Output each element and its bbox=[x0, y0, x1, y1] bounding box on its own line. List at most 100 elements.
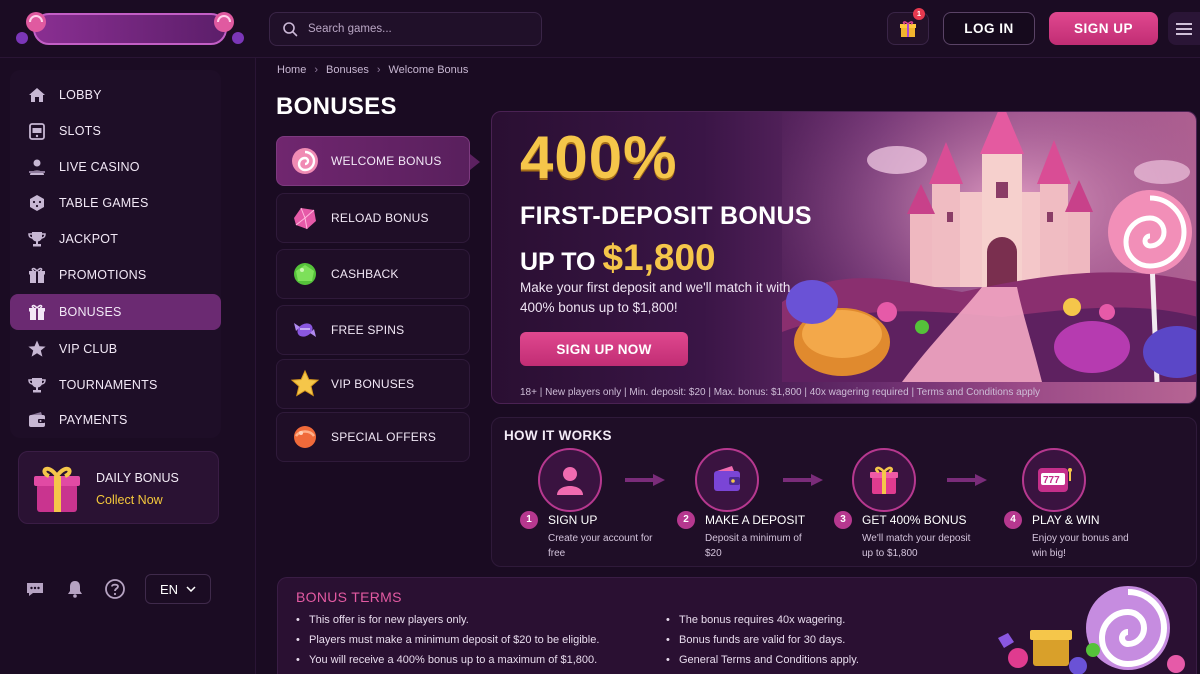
swirl-candy-icon bbox=[289, 145, 321, 177]
terms-list-left: This offer is for new players only. Play… bbox=[296, 610, 599, 670]
terms-item: You will receive a 400% bonus up to a ma… bbox=[296, 650, 599, 670]
sidebar-item-table-games[interactable]: TABLE GAMES bbox=[10, 185, 221, 221]
step-description: Create your account for free bbox=[548, 533, 653, 559]
welcome-bonus-banner: 400% FIRST-DEPOSIT BONUS UP TO $1,800 Ma… bbox=[491, 111, 1197, 404]
bonus-amount-line: UP TO $1,800 bbox=[520, 237, 812, 279]
notification-badge: 1 bbox=[913, 8, 925, 20]
sidebar-item-label: TOURNAMENTS bbox=[59, 378, 158, 392]
sidebar-item-jackpot[interactable]: JACKPOT bbox=[10, 221, 221, 257]
star-icon bbox=[26, 338, 48, 360]
sidebar-item-promotions[interactable]: PROMOTIONS bbox=[10, 257, 221, 293]
chevron-down-icon bbox=[186, 586, 196, 592]
gift-icon bbox=[26, 264, 48, 286]
step-number: 1 bbox=[520, 511, 538, 529]
top-bar: 1 LOG IN SIGN UP bbox=[0, 0, 1200, 58]
daily-bonus-title: DAILY BONUS bbox=[96, 471, 179, 485]
help-icon[interactable] bbox=[104, 578, 126, 600]
step-number: 2 bbox=[677, 511, 695, 529]
gift-icon bbox=[900, 20, 916, 37]
gift-icon bbox=[26, 301, 48, 323]
collect-now-link[interactable]: Collect Now bbox=[96, 493, 163, 507]
step-get-bonus: 3 GET 400% BONUS We'll match your deposi… bbox=[806, 418, 970, 568]
bonus-terms-title: BONUS TERMS bbox=[296, 589, 402, 605]
wrapped-candy-icon bbox=[289, 314, 321, 346]
sidebar-item-tournaments[interactable]: TOURNAMENTS bbox=[10, 367, 221, 403]
tab-free-spins[interactable]: FREE SPINS bbox=[276, 305, 470, 355]
active-tab-pointer bbox=[470, 154, 480, 170]
sidebar-item-vip-club[interactable]: VIP CLUB bbox=[10, 331, 221, 367]
sidebar-item-live-casino[interactable]: LIVE CASINO bbox=[10, 149, 221, 185]
sidebar-item-label: LOBBY bbox=[59, 88, 102, 102]
step-description: Enjoy your bonus and win big! bbox=[1032, 533, 1129, 559]
terms-item: Bonus funds are valid for 30 days. bbox=[666, 630, 859, 650]
terms-item: Players must make a minimum deposit of $… bbox=[296, 630, 599, 650]
tab-vip-bonuses[interactable]: VIP BONUSES bbox=[276, 359, 470, 409]
terms-item: This offer is for new players only. bbox=[296, 610, 599, 630]
chat-icon[interactable] bbox=[24, 578, 46, 600]
bonus-amount: $1,800 bbox=[602, 237, 716, 278]
dice-icon bbox=[26, 192, 48, 214]
tab-cashback[interactable]: CASHBACK bbox=[276, 249, 470, 299]
breadcrumb-separator: › bbox=[314, 64, 319, 76]
page-title: BONUSES bbox=[276, 93, 397, 120]
trophy-icon bbox=[26, 374, 48, 396]
step-title: SIGN UP bbox=[548, 513, 598, 527]
tab-label: WELCOME BONUS bbox=[331, 154, 442, 168]
daily-bonus-card[interactable]: DAILY BONUS Collect Now bbox=[18, 451, 219, 524]
search-icon bbox=[283, 22, 298, 37]
home-icon bbox=[26, 84, 48, 106]
bonus-subtitle: FIRST-DEPOSIT BONUS bbox=[520, 202, 812, 230]
bonus-amount-prefix: UP TO bbox=[520, 248, 596, 276]
tab-label: RELOAD BONUS bbox=[331, 211, 429, 225]
language-select[interactable]: EN bbox=[145, 574, 211, 604]
sidebar-item-label: BONUSES bbox=[59, 305, 122, 319]
sidebar-item-label: PROMOTIONS bbox=[59, 268, 147, 282]
tab-special-offers[interactable]: SPECIAL OFFERS bbox=[276, 412, 470, 462]
sidebar-item-payments[interactable]: PAYMENTS bbox=[10, 402, 221, 438]
pink-candy-icon bbox=[289, 202, 321, 234]
terms-item: The bonus requires 40x wagering. bbox=[666, 610, 859, 630]
orange-candy-icon bbox=[289, 421, 321, 453]
sidebar-item-bonuses[interactable]: BONUSES bbox=[10, 294, 221, 330]
login-button[interactable]: LOG IN bbox=[943, 12, 1035, 45]
candy-treasure-illustration bbox=[998, 586, 1185, 674]
tab-reload-bonus[interactable]: RELOAD BONUS bbox=[276, 193, 470, 243]
banner-fine-print: 18+ | New players only | Min. deposit: $… bbox=[520, 387, 1041, 398]
menu-button[interactable] bbox=[1168, 12, 1200, 45]
tab-welcome-bonus[interactable]: WELCOME BONUS bbox=[276, 136, 470, 186]
slot-machine-icon bbox=[26, 120, 48, 142]
candy-logo[interactable] bbox=[14, 8, 246, 50]
banner-description: Make your first deposit and we'll match … bbox=[520, 280, 791, 315]
candy-castle-illustration bbox=[782, 112, 1196, 382]
gift-icon bbox=[852, 448, 916, 512]
svg-text:777: 777 bbox=[1043, 475, 1060, 486]
bell-icon[interactable] bbox=[64, 578, 86, 600]
step-make-deposit: 2 MAKE A DEPOSIT Deposit a minimum of $2… bbox=[649, 418, 805, 568]
trophy-cup-icon bbox=[26, 228, 48, 250]
signup-button[interactable]: SIGN UP bbox=[1049, 12, 1158, 45]
search-input[interactable] bbox=[308, 23, 528, 35]
step-play-win: 777 4 PLAY & WIN Enjoy your bonus and wi… bbox=[976, 418, 1129, 568]
tab-label: SPECIAL OFFERS bbox=[331, 430, 437, 444]
breadcrumb: Home › Bonuses › Welcome Bonus bbox=[277, 64, 468, 76]
step-description: We'll match your deposit up to $1,800 bbox=[862, 533, 971, 559]
sidebar-item-label: PAYMENTS bbox=[59, 413, 128, 427]
star-candy-icon bbox=[289, 368, 321, 400]
sign-up-now-button[interactable]: SIGN UP NOW bbox=[520, 332, 688, 366]
bonus-terms-panel: BONUS TERMS This offer is for new player… bbox=[277, 577, 1197, 674]
how-it-works-panel: HOW IT WORKS 1 SIGN UP Create your accou… bbox=[491, 417, 1197, 567]
sidebar-nav: LOBBY SLOTS LIVE CASINO TABLE GAMES JACK… bbox=[10, 70, 221, 438]
gift-button[interactable]: 1 bbox=[887, 8, 929, 45]
breadcrumb-home[interactable]: Home bbox=[277, 64, 306, 76]
sidebar-item-label: JACKPOT bbox=[59, 232, 119, 246]
step-description: Deposit a minimum of $20 bbox=[705, 533, 802, 559]
sidebar-footer bbox=[24, 574, 144, 604]
green-candy-icon bbox=[289, 258, 321, 290]
dealer-icon bbox=[26, 156, 48, 178]
search-bar[interactable] bbox=[269, 12, 542, 46]
step-title: MAKE A DEPOSIT bbox=[705, 513, 806, 527]
sidebar-item-slots[interactable]: SLOTS bbox=[10, 113, 221, 149]
breadcrumb-bonuses[interactable]: Bonuses bbox=[326, 64, 369, 76]
step-number: 3 bbox=[834, 511, 852, 529]
sidebar-item-lobby[interactable]: LOBBY bbox=[10, 77, 221, 113]
